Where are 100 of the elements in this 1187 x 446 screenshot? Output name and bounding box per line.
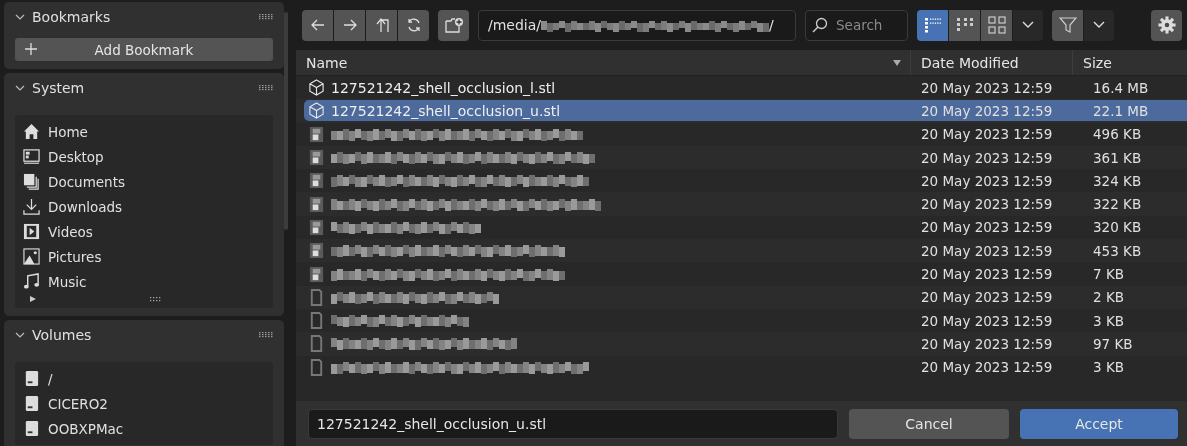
settings-button[interactable] — [1151, 9, 1182, 41]
grip-icon[interactable] — [259, 332, 274, 338]
chevron-icon[interactable] — [15, 83, 25, 93]
cube-icon — [308, 102, 325, 120]
music-icon — [23, 273, 40, 290]
place-item[interactable]: Home — [23, 119, 273, 144]
drive-icon — [23, 370, 40, 387]
file-icon — [308, 288, 325, 306]
column-header[interactable]: Name — [296, 50, 911, 75]
documents-icon — [23, 173, 40, 190]
date-cell-text: 20 May 2023 12:59 — [920, 79, 1054, 96]
image-file-icon — [308, 242, 325, 260]
new-folder-icon — [444, 17, 463, 33]
cancel-button[interactable]: Cancel — [849, 408, 1009, 439]
size-cell-text: 22.1 MB — [1092, 102, 1150, 119]
file-icon — [308, 358, 325, 376]
drive-icon — [23, 420, 40, 437]
panel-title: Volumes — [32, 327, 93, 343]
place-item[interactable]: Videos — [23, 219, 273, 244]
list-view-button[interactable] — [917, 9, 948, 41]
size-cell-text: 361 KB — [1092, 149, 1143, 166]
file-name-cell[interactable]: 127521242_shell_occlusion_l.stl — [304, 77, 911, 99]
size-cell-text: 453 KB — [1092, 242, 1143, 259]
size-cell-text: 2 KB — [1092, 289, 1125, 306]
path-start: /media/ — [488, 17, 542, 33]
size-cell-text: 322 KB — [1092, 196, 1143, 213]
date-cell-text: 20 May 2023 12:59 — [920, 219, 1054, 236]
desktop-icon — [23, 148, 40, 165]
columns-view-icon — [955, 17, 974, 33]
refresh-button[interactable] — [398, 9, 429, 41]
place-item[interactable]: / — [23, 366, 273, 391]
date-cell-text: 20 May 2023 12:59 — [920, 102, 1054, 119]
chevron-down-icon — [1093, 21, 1105, 29]
date-cell-text: 20 May 2023 12:59 — [920, 359, 1054, 376]
new-folder-button[interactable] — [438, 9, 469, 41]
search-field[interactable]: Search — [805, 9, 908, 41]
image-file-icon — [308, 195, 325, 213]
place-item[interactable]: Pictures — [23, 244, 273, 269]
date-cell-text: 20 May 2023 12:59 — [920, 289, 1054, 306]
back-button[interactable] — [302, 9, 333, 41]
panel-title: System — [32, 80, 86, 96]
image-file-icon — [308, 125, 325, 143]
place-item[interactable]: Documents — [23, 169, 273, 194]
size-cell-text: 7 KB — [1092, 266, 1125, 282]
resize-grip-icon[interactable] — [150, 296, 162, 302]
date-cell-text: 20 May 2023 12:59 — [920, 196, 1054, 213]
date-cell-text: 20 May 2023 12:59 — [920, 149, 1054, 166]
file-icon — [308, 312, 325, 330]
image-file-icon — [308, 149, 325, 167]
filter-button[interactable] — [1052, 9, 1083, 41]
grip-icon[interactable] — [259, 14, 274, 20]
download-icon — [23, 198, 40, 215]
size-cell-text: 3 KB — [1092, 359, 1125, 376]
gear-icon — [1157, 16, 1176, 34]
place-item[interactable]: Desktop — [23, 144, 273, 169]
place-item[interactable]: OOBXPMac — [23, 416, 273, 441]
size-cell-text: 97 KB — [1092, 335, 1134, 352]
cube-icon — [308, 79, 325, 97]
date-cell-text: 20 May 2023 12:59 — [920, 335, 1054, 352]
place-item[interactable]: Downloads — [23, 194, 273, 219]
refresh-icon — [405, 17, 422, 33]
image-file-icon — [308, 265, 325, 283]
panel-title: Bookmarks — [32, 9, 112, 25]
grid-view-button[interactable] — [981, 9, 1012, 41]
chevron-icon[interactable] — [15, 330, 25, 340]
size-cell-text: 3 KB — [1092, 312, 1125, 329]
display-options-dropdown[interactable] — [1013, 9, 1043, 41]
add-bookmark-button[interactable]: Add Bookmark — [15, 38, 273, 61]
size-cell-text: 320 KB — [1092, 219, 1143, 236]
date-cell-text: 20 May 2023 12:59 — [920, 312, 1054, 329]
list-view-icon — [923, 17, 942, 33]
image-file-icon — [308, 218, 325, 236]
filter-icon — [1058, 16, 1077, 34]
grid-view-icon — [987, 16, 1006, 34]
file-icon — [308, 335, 325, 353]
accept-button[interactable]: Accept — [1020, 408, 1178, 439]
right-arrow-icon — [341, 17, 358, 33]
left-arrow-icon — [309, 17, 326, 33]
place-item[interactable]: CICERO2 — [23, 391, 273, 416]
forward-button[interactable] — [334, 9, 365, 41]
column-header[interactable]: Date Modified — [911, 50, 1073, 75]
home-icon — [23, 123, 40, 140]
date-cell-text: 20 May 2023 12:59 — [920, 266, 1054, 282]
grip-icon[interactable] — [259, 85, 274, 91]
filename-field[interactable]: 127521242_shell_occlusion_u.stl — [308, 408, 838, 439]
column-header[interactable]: Size — [1073, 50, 1187, 75]
video-icon — [23, 223, 40, 240]
chevron-down-icon — [1022, 21, 1034, 29]
columns-view-button[interactable] — [949, 9, 980, 41]
expand-arrow-icon[interactable] — [29, 295, 37, 303]
picture-icon — [23, 248, 40, 265]
path-field[interactable]: /media/ / — [478, 9, 796, 41]
date-cell-text: 20 May 2023 12:59 — [920, 172, 1054, 189]
chevron-icon[interactable] — [15, 12, 25, 22]
parent-folder-button[interactable] — [366, 9, 397, 41]
size-cell-text: 324 KB — [1092, 172, 1143, 189]
filter-dropdown[interactable] — [1084, 9, 1114, 41]
place-item[interactable]: Music — [23, 269, 273, 294]
size-cell-text: 496 KB — [1092, 126, 1143, 143]
sort-icon — [892, 58, 902, 67]
